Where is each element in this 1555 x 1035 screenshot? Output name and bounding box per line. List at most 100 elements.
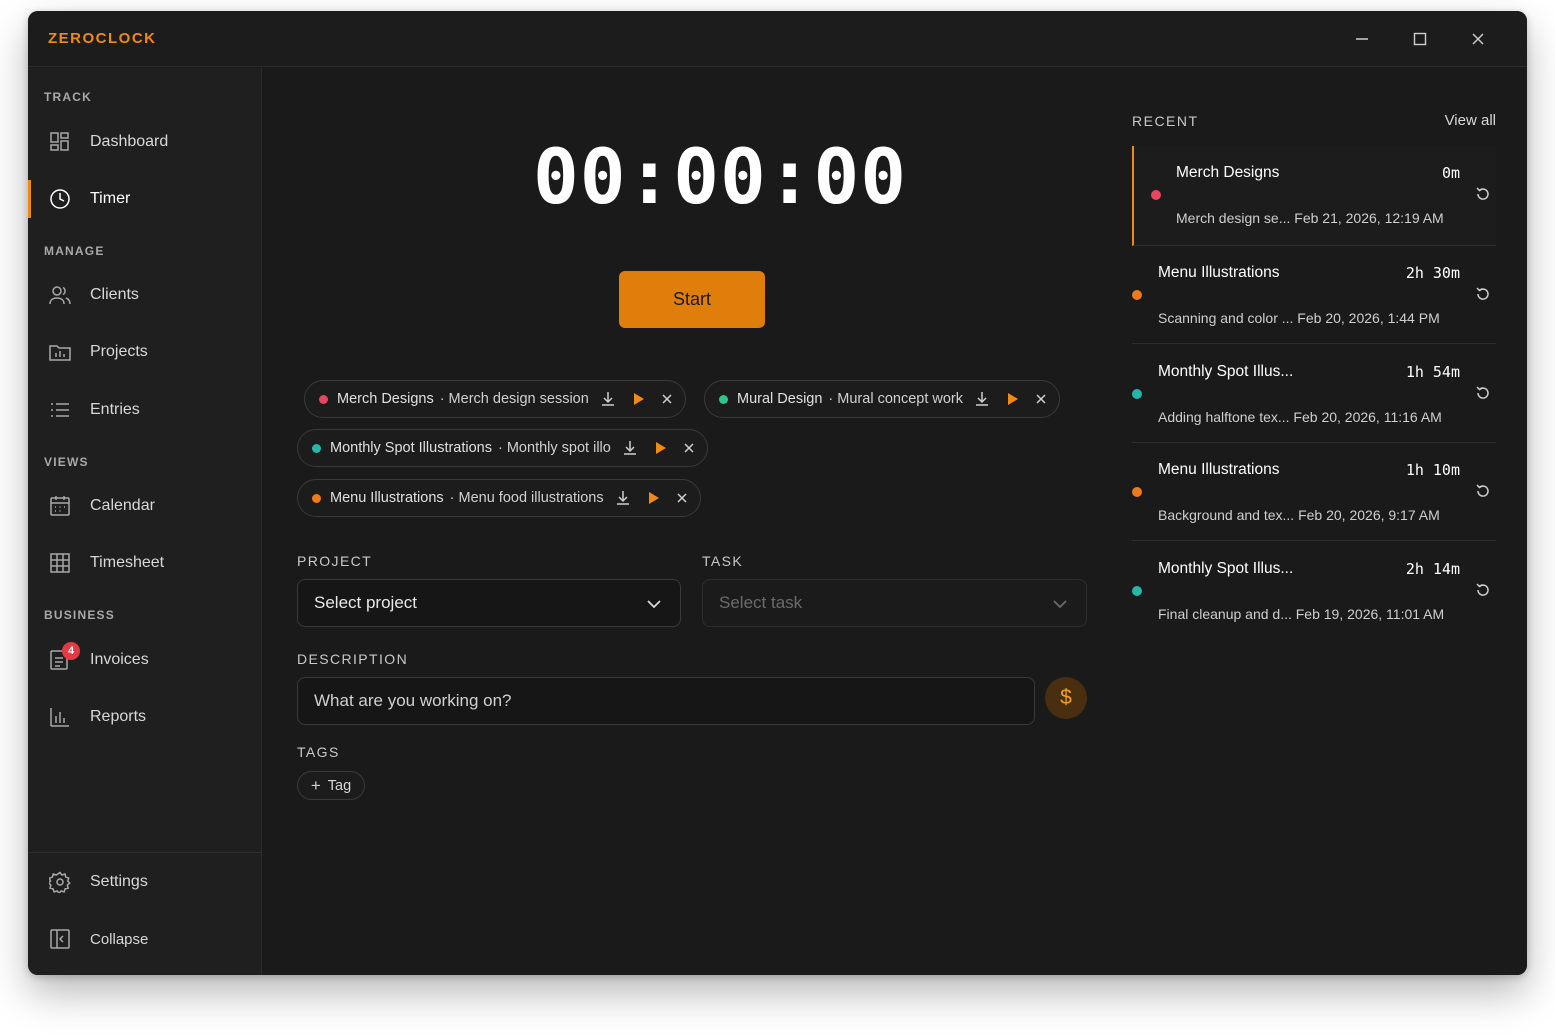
recent-entry-title: Monthly Spot Illus... [1158,560,1294,577]
close-icon [1472,33,1484,45]
play-icon[interactable] [1007,392,1019,406]
recent-entry[interactable]: Monthly Spot Illus... 1h 54m Adding half… [1132,345,1496,443]
chevron-down-icon [1052,596,1068,616]
clock-icon [48,187,72,211]
list-icon [48,398,72,422]
plus-icon: + [310,775,321,795]
sidebar-item-calendar[interactable]: Calendar [28,483,261,529]
chip-task: · Monthly spot illo [498,440,611,456]
close-button[interactable] [1466,27,1490,51]
download-icon[interactable] [601,391,615,407]
chip-project: Merch Designs [337,391,434,407]
sidebar-item-reports[interactable]: Reports [28,694,261,740]
recent-entry[interactable]: Monthly Spot Illus... 2h 14m Final clean… [1132,542,1496,640]
task-select[interactable]: Select task [702,579,1087,627]
project-color-dot [1132,487,1142,497]
section-label-track: TRACK [44,90,92,104]
recent-entry-meta: Scanning and color ... Feb 20, 2026, 1:4… [1158,310,1440,326]
project-color-dot [719,394,728,404]
description-input[interactable] [297,677,1035,725]
section-label-views: VIEWS [44,455,89,469]
project-select-value: Select project [314,593,417,612]
restart-icon[interactable] [1475,385,1491,406]
title-bar: ZEROCLOCK [28,11,1527,67]
recent-entry-meta: Adding halftone tex... Feb 20, 2026, 11:… [1158,409,1442,425]
close-icon[interactable] [683,442,695,454]
close-icon[interactable] [1035,393,1047,405]
recent-entry-duration: 2h 30m [1405,264,1460,282]
start-button[interactable]: Start [619,271,765,328]
play-icon[interactable] [648,491,660,505]
recent-entry[interactable]: Merch Designs 0m Merch design se... Feb … [1132,146,1496,246]
restart-icon[interactable] [1475,483,1491,504]
invoices-badge: 4 [62,642,80,660]
download-icon[interactable] [616,490,630,506]
minimize-button[interactable] [1350,27,1374,51]
calendar-icon [48,494,72,518]
chip-project: Mural Design [737,391,823,407]
sidebar-item-label: Entries [90,401,140,418]
sidebar-item-label: Timer [90,190,131,207]
grid-icon [48,551,72,575]
users-icon [48,283,72,307]
sidebar-item-dashboard[interactable]: Dashboard [28,119,261,165]
view-all-link[interactable]: View all [1445,112,1496,129]
maximize-button[interactable] [1408,27,1432,51]
sidebar-item-invoices[interactable]: 4 Invoices [28,637,261,683]
sidebar-item-projects[interactable]: Projects [28,329,261,375]
app-title: ZEROCLOCK [48,30,157,47]
recent-entry[interactable]: Menu Illustrations 2h 30m Scanning and c… [1132,246,1496,344]
download-icon[interactable] [975,391,989,407]
sidebar: TRACK Dashboard Timer MANAGE Clients Pro [28,68,262,975]
recent-entry-duration: 0m [1441,164,1460,182]
close-icon[interactable] [676,492,688,504]
quick-start-chip[interactable]: Monthly Spot Illustrations · Monthly spo… [297,429,708,467]
recent-entry-duration: 2h 14m [1405,560,1460,578]
sidebar-item-label: Clients [90,286,139,303]
project-color-dot [1132,389,1142,399]
collapse-button[interactable]: Collapse [28,916,261,962]
quick-start-chip[interactable]: Mural Design · Mural concept work [704,380,1060,418]
sidebar-item-clients[interactable]: Clients [28,272,261,318]
quick-start-chip[interactable]: Merch Designs · Merch design session [304,380,686,418]
chip-task: · Mural concept work [828,391,963,407]
chevron-down-icon [646,596,662,616]
chip-project: Monthly Spot Illustrations [330,440,492,456]
sidebar-item-label: Reports [90,708,147,725]
restart-icon[interactable] [1475,286,1491,307]
add-tag-button[interactable]: + Tag [297,771,365,800]
recent-entry[interactable]: Menu Illustrations 1h 10m Background and… [1132,443,1496,541]
folder-icon [48,340,72,364]
collapse-label: Collapse [90,930,149,948]
project-color-dot [319,394,328,404]
maximize-icon [1413,32,1427,46]
task-label: TASK [702,553,744,569]
sidebar-item-entries[interactable]: Entries [28,387,261,433]
bar-chart-icon [48,705,72,729]
project-color-dot [312,493,321,503]
project-color-dot [1151,190,1161,200]
quick-start-chip[interactable]: Menu Illustrations · Menu food illustrat… [297,479,701,517]
project-select[interactable]: Select project [297,579,681,627]
recent-entry-duration: 1h 54m [1405,363,1460,381]
close-icon[interactable] [661,393,673,405]
billable-toggle[interactable]: $ [1045,677,1087,719]
recent-entry-title: Merch Designs [1176,164,1280,181]
recent-heading: RECENT [1132,113,1199,129]
sidebar-item-timesheet[interactable]: Timesheet [28,540,261,586]
sidebar-item-settings[interactable]: Settings [28,859,261,905]
minimize-icon [1356,38,1368,40]
app-window: ZEROCLOCK TRACK Dashboard Timer MANAGE C… [28,11,1527,975]
invoice-icon: 4 [48,642,80,672]
download-icon[interactable] [623,440,637,456]
sidebar-item-label: Invoices [90,651,149,668]
play-icon[interactable] [655,441,667,455]
sidebar-item-label: Settings [90,873,148,890]
chip-task: · Menu food illustrations [449,490,604,506]
restart-icon[interactable] [1475,582,1491,603]
play-icon[interactable] [633,392,645,406]
section-label-manage: MANAGE [44,244,105,258]
task-select-value: Select task [719,593,803,612]
sidebar-item-timer[interactable]: Timer [28,176,261,222]
restart-icon[interactable] [1475,186,1491,207]
